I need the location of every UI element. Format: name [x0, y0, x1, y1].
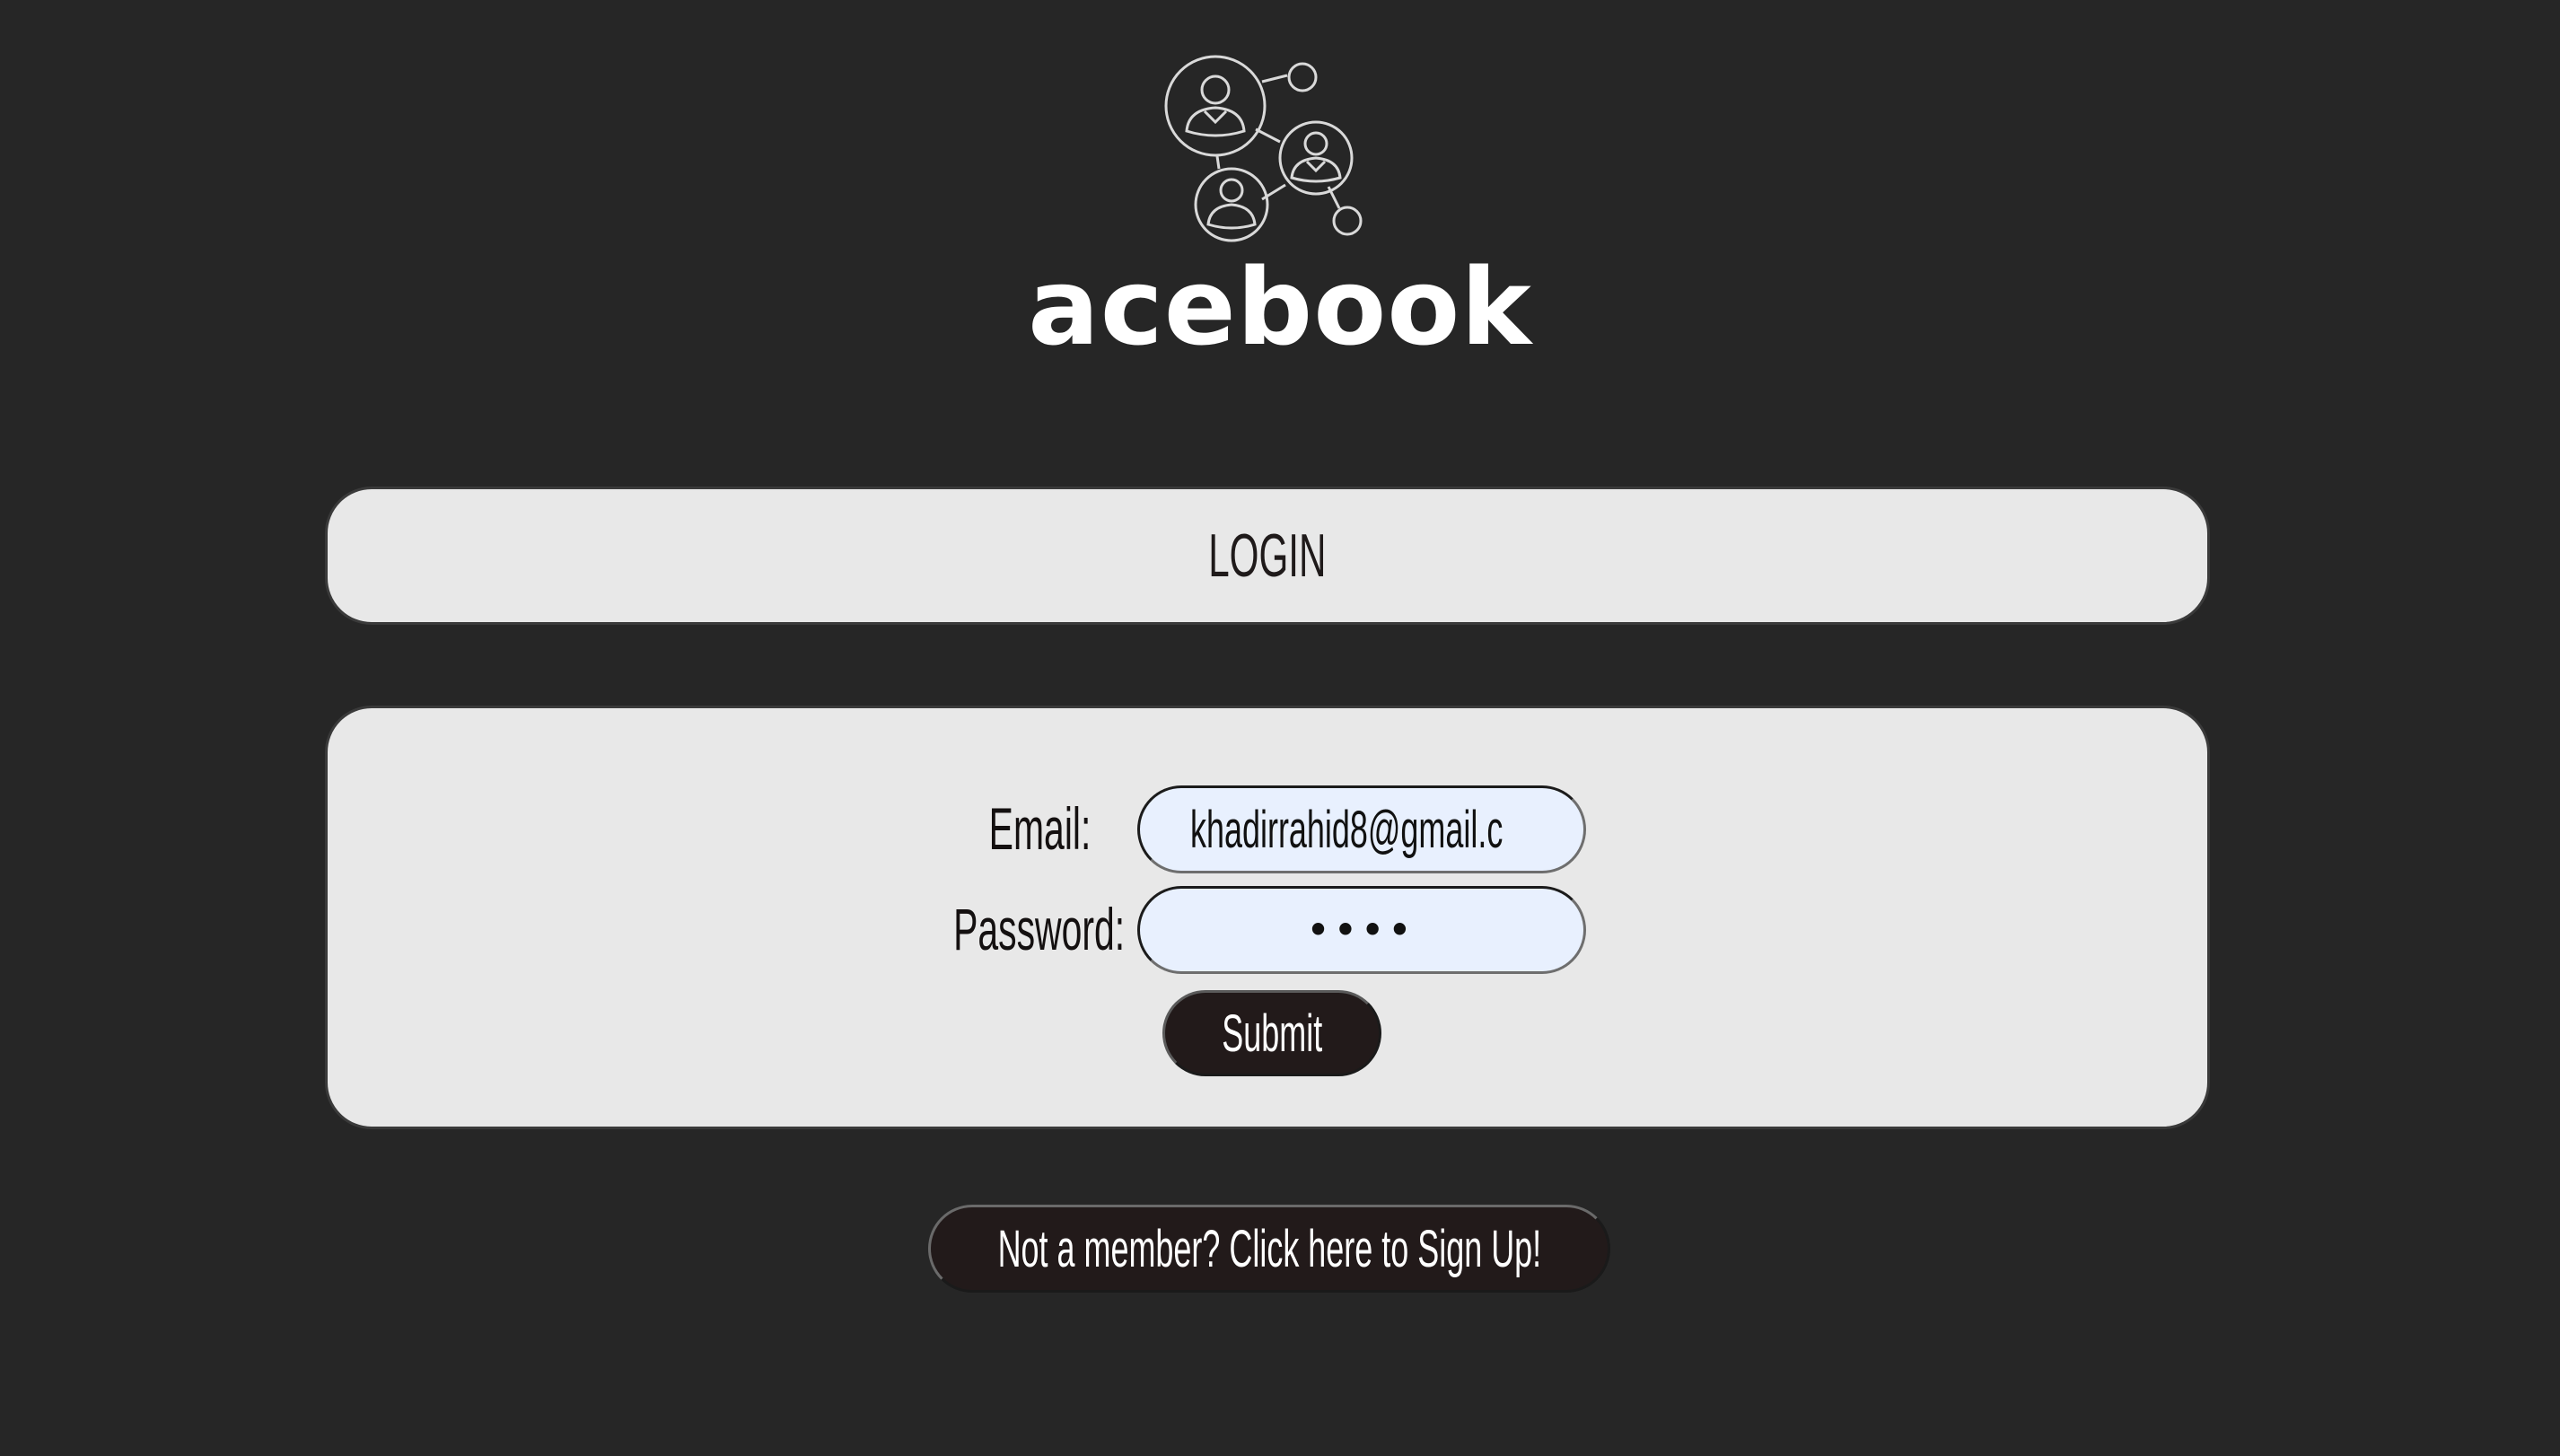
login-banner: LOGIN — [325, 487, 2210, 625]
password-label-container: Password: — [855, 886, 1125, 972]
email-label: Email: — [988, 795, 1091, 862]
signup-button-label: Not a member? Click here to Sign Up! — [997, 1219, 1541, 1278]
password-field-value: •••• — [1307, 910, 1416, 950]
email-field-value: khadirrahid8@gmail.c — [1190, 800, 1504, 859]
brand-name: acebook — [1028, 245, 1532, 369]
submit-button-label: Submit — [1222, 1004, 1322, 1063]
signup-button[interactable]: Not a member? Click here to Sign Up! — [928, 1205, 1610, 1293]
login-title: LOGIN — [1208, 522, 1327, 590]
email-label-container: Email: — [821, 785, 1091, 872]
submit-button[interactable]: Submit — [1162, 990, 1381, 1076]
password-field[interactable]: •••• — [1137, 886, 1586, 974]
password-label: Password: — [952, 896, 1125, 962]
login-form: Email: khadirrahid8@gmail.c Password: ••… — [325, 706, 2210, 1129]
email-field[interactable]: khadirrahid8@gmail.c — [1137, 785, 1586, 873]
social-network-people-icon — [1164, 55, 1363, 242]
header-logo-area: acebook — [0, 0, 2560, 377]
